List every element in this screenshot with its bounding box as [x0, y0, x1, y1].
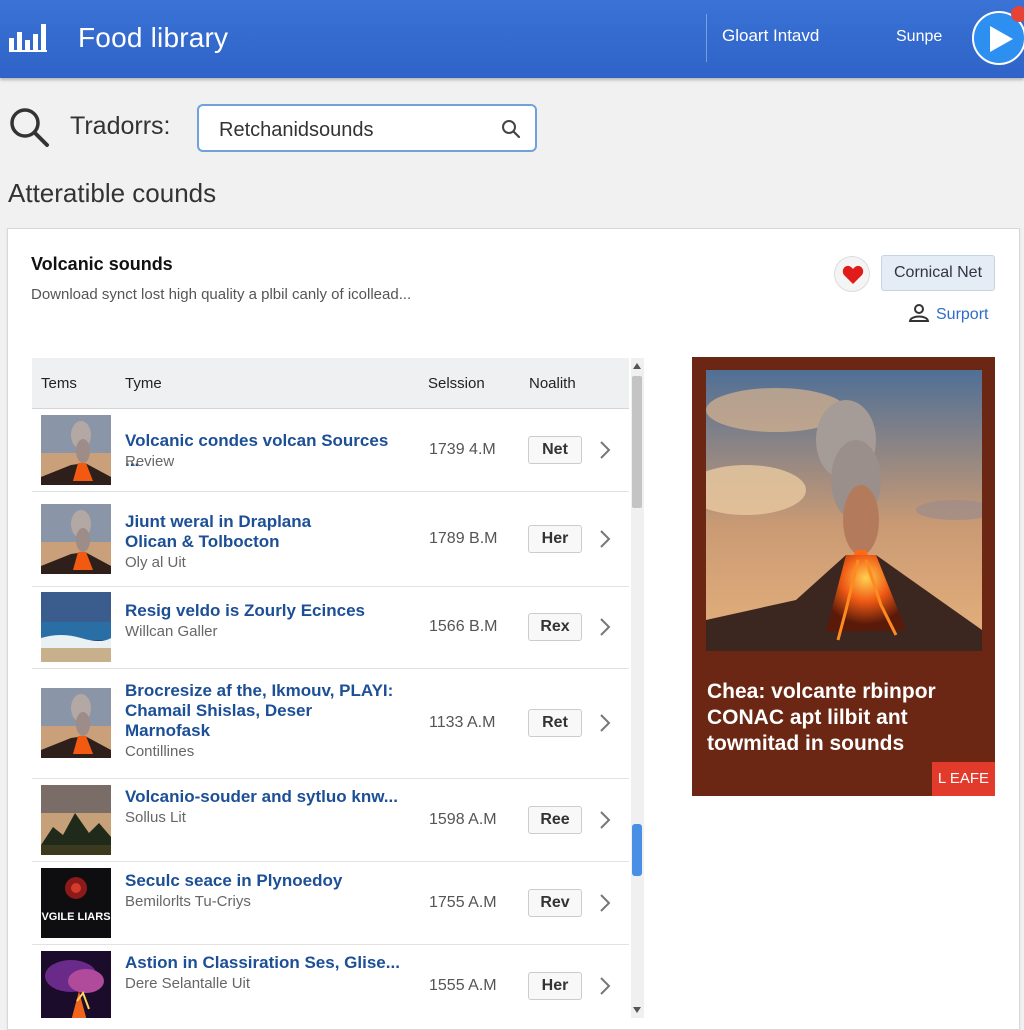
scroll-position-marker[interactable] — [632, 824, 642, 876]
row-thumbnail: VGILE LIARS — [41, 868, 111, 938]
favorite-button[interactable] — [834, 256, 870, 292]
header-divider — [706, 14, 707, 62]
chevron-right-icon[interactable] — [598, 440, 612, 460]
row-action-button[interactable]: Ree — [528, 806, 582, 834]
row-thumbnail — [41, 785, 111, 855]
header-link-1[interactable]: Gloart Intavd — [722, 26, 819, 46]
row-subtitle: Sollus Lit — [125, 809, 186, 826]
row-size: 1755 A.M — [429, 894, 497, 911]
row-subtitle: Dere Selantalle Uit — [125, 975, 251, 992]
column-header-session[interactable]: Selssion — [428, 375, 485, 392]
row-size: 1789 B.M — [429, 530, 498, 547]
scrollbar-thumb[interactable] — [632, 376, 642, 508]
column-header-tems[interactable]: Tems — [41, 375, 77, 392]
section-title: Atteratible counds — [8, 178, 217, 208]
row-thumbnail — [41, 504, 111, 574]
card-title: Volcanic sounds — [31, 254, 173, 274]
table-row[interactable]: Brocresize af the, Ikmouv, PLAYI: Chamail… — [32, 669, 629, 779]
volcano-eruption-image — [706, 370, 982, 651]
column-header-tyme[interactable]: Tyme — [125, 375, 162, 392]
search-box[interactable] — [197, 104, 537, 152]
row-action-button[interactable]: Net — [528, 436, 582, 464]
scroll-up-arrow-icon[interactable] — [633, 363, 641, 369]
row-title[interactable]: Jiunt weral in Draplana Olican & Tolbocto… — [125, 512, 405, 552]
row-subtitle: Willcan Galler — [125, 623, 218, 640]
column-header-noalith[interactable]: Noalith — [529, 375, 576, 392]
row-title[interactable]: Volcanio-souder and sytluo knw... — [125, 787, 405, 807]
support-link[interactable]: Surport — [908, 304, 988, 324]
row-size: 1555 A.M — [429, 977, 497, 994]
row-size: 1566 B.M — [429, 618, 498, 635]
chevron-right-icon[interactable] — [598, 713, 612, 733]
svg-text:VGILE LIARS: VGILE LIARS — [41, 911, 110, 923]
user-icon — [908, 304, 930, 322]
table-row[interactable]: Volcanic condes volcan Sources ... Review… — [32, 409, 629, 492]
row-thumbnail — [41, 951, 111, 1018]
card-action-button[interactable]: Cornical Net — [881, 255, 995, 291]
row-subtitle: Oly al Uit — [125, 554, 186, 571]
row-thumbnail — [41, 592, 111, 662]
heart-icon — [842, 265, 864, 284]
app-title: Food library — [78, 22, 229, 53]
card-description: Download synct lost high quality a plbil… — [31, 286, 412, 303]
support-link-label: Surport — [936, 306, 989, 323]
row-thumbnail — [41, 688, 111, 758]
row-subtitle: Contillines — [125, 743, 195, 760]
table-row[interactable]: VGILE LIARS Seculc seace in Plynoedoy Bemi… — [32, 862, 629, 945]
promo-badge[interactable]: L EAFE — [932, 762, 995, 796]
search-label: Tradorrs: — [70, 112, 171, 140]
row-action-button[interactable]: Rex — [528, 613, 582, 641]
row-size: 1598 A.M — [429, 811, 497, 828]
notification-dot — [1011, 6, 1024, 22]
row-action-button[interactable]: Her — [528, 525, 582, 553]
chevron-right-icon[interactable] — [598, 810, 612, 830]
table-row[interactable]: Astion in Classiration Ses, Glise... Dere… — [32, 945, 629, 1018]
table-scrollbar[interactable] — [631, 358, 644, 1018]
sounds-card: Volcanic sounds Download synct lost high… — [7, 228, 1020, 1030]
table-row[interactable]: Volcanio-souder and sytluo knw... Sollus … — [32, 779, 629, 862]
row-title[interactable]: Seculc seace in Plynoedoy — [125, 871, 405, 891]
row-thumbnail — [41, 415, 111, 485]
table-header: Tems Tyme Selssion Noalith — [32, 358, 629, 409]
header-link-2[interactable]: Sunpe — [896, 28, 942, 46]
chevron-right-icon[interactable] — [598, 529, 612, 549]
promo-banner[interactable]: Chea: volcante rbinpor CONAC apt lilbit … — [692, 357, 995, 796]
top-bar: Food library Gloart Intavd Sunpe — [0, 0, 1024, 78]
scroll-down-arrow-icon[interactable] — [633, 1007, 641, 1013]
chevron-right-icon[interactable] — [598, 976, 612, 996]
chevron-right-icon[interactable] — [598, 617, 612, 637]
search-icon[interactable] — [8, 106, 50, 148]
table-row[interactable]: Jiunt weral in Draplana Olican & Tolbocto… — [32, 492, 629, 587]
row-title[interactable]: Brocresize af the, Ikmouv, PLAYI: Chamail… — [125, 681, 405, 741]
row-size: 1739 4.M — [429, 441, 496, 458]
search-submit-icon[interactable] — [501, 119, 521, 139]
row-action-button[interactable]: Ret — [528, 709, 582, 737]
row-action-button[interactable]: Rev — [528, 889, 582, 917]
row-subtitle: Bemilorlts Tu-Criys — [125, 893, 251, 910]
row-size: 1133 A.M — [429, 714, 496, 731]
table-row[interactable]: Resig veldo is Zourly Ecinces Willcan Gal… — [32, 587, 629, 669]
row-action-button[interactable]: Her — [528, 972, 582, 1000]
chevron-right-icon[interactable] — [598, 893, 612, 913]
promo-text: Chea: volcante rbinpor CONAC apt lilbit … — [707, 680, 936, 755]
sounds-table: Tems Tyme Selssion Noalith Volcanic cond… — [32, 358, 629, 1018]
bar-chart-logo-icon — [9, 24, 47, 52]
row-title[interactable]: Resig veldo is Zourly Ecinces — [125, 601, 405, 621]
row-subtitle: Review — [125, 453, 175, 470]
play-icon — [990, 26, 1013, 52]
row-title[interactable]: Astion in Classiration Ses, Glise... — [125, 953, 405, 973]
search-input[interactable] — [217, 115, 491, 145]
